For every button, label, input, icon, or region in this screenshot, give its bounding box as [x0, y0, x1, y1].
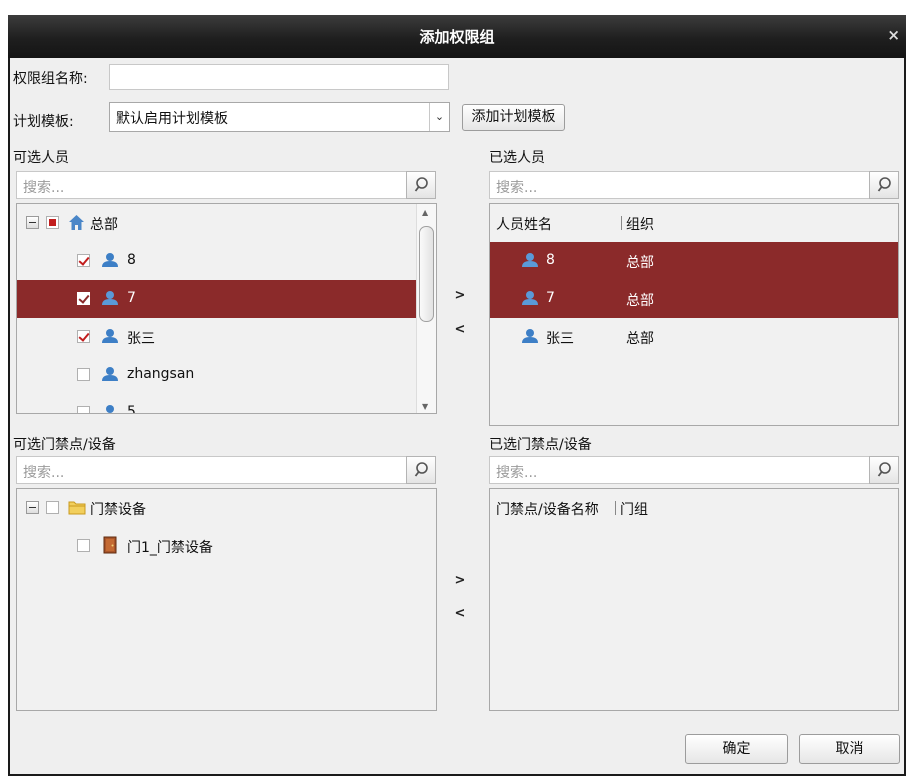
list-header: 人员姓名 组织: [490, 204, 898, 242]
column-header-name: 人员姓名: [496, 217, 552, 233]
selected-doors-title: 已选门禁点/设备: [489, 437, 592, 453]
search-placeholder: 搜索...: [496, 180, 538, 196]
search-placeholder: 搜索...: [496, 465, 538, 481]
column-header-org: 组织: [626, 217, 654, 233]
selected-doors-list: 门禁点/设备名称 门组: [489, 488, 899, 711]
plan-template-label: 计划模板:: [13, 114, 74, 130]
available-doors-tree: 门禁设备 门1_门禁设备: [16, 488, 437, 711]
add-door-button[interactable]: >: [452, 573, 468, 588]
person-name-cell: 7: [546, 290, 555, 306]
list-header: 门禁点/设备名称 门组: [490, 489, 898, 527]
organization-cell: 总部: [626, 293, 654, 309]
tree-node-person[interactable]: 8: [17, 242, 417, 280]
selected-people-title: 已选人员: [489, 150, 545, 166]
tree-checkbox[interactable]: [77, 368, 90, 381]
tree-checkbox[interactable]: [77, 254, 90, 267]
tree-checkbox[interactable]: [46, 501, 59, 514]
table-row[interactable]: 张三 总部: [490, 318, 898, 356]
available-people-title: 可选人员: [13, 150, 69, 166]
scrollbar[interactable]: ▲ ▼: [416, 204, 436, 413]
folder-icon: [68, 501, 86, 515]
add-person-button[interactable]: >: [452, 288, 468, 303]
person-icon: [521, 252, 539, 272]
person-label: 7: [127, 290, 136, 306]
group-name-label: 权限组名称:: [13, 71, 88, 87]
tree-node-person[interactable]: zhangsan: [17, 356, 417, 394]
person-icon: [521, 328, 539, 348]
collapse-icon[interactable]: [26, 501, 39, 514]
tree-node-person[interactable]: 张三: [17, 318, 417, 356]
dialog-title: 添加权限组: [419, 28, 495, 46]
selected-people-list: 人员姓名 组织 8 总部 7 总部 张三 总部: [489, 203, 899, 426]
person-label: 张三: [127, 331, 155, 347]
chevron-down-icon[interactable]: ⌄: [429, 103, 449, 131]
cancel-button[interactable]: 取消: [799, 734, 900, 764]
search-icon: [877, 462, 891, 477]
close-icon[interactable]: ×: [887, 26, 900, 44]
table-row[interactable]: 8 总部: [490, 242, 898, 280]
column-header-door-group: 门组: [620, 502, 648, 518]
person-icon: [521, 290, 539, 310]
search-button[interactable]: [406, 456, 436, 484]
available-people-search[interactable]: 搜索...: [16, 171, 436, 199]
search-icon: [877, 177, 891, 192]
person-icon: [101, 366, 119, 386]
search-icon: [414, 177, 428, 192]
door-icon: [103, 536, 117, 554]
tree-node-label: 门禁设备: [90, 502, 146, 518]
organization-cell: 总部: [626, 331, 654, 347]
person-icon: [101, 404, 119, 413]
tree-node-label: 总部: [90, 217, 118, 233]
column-divider: [615, 501, 616, 515]
add-plan-template-button[interactable]: 添加计划模板: [462, 104, 565, 131]
selected-doors-search[interactable]: 搜索...: [489, 456, 899, 484]
search-button[interactable]: [406, 171, 436, 199]
person-icon: [101, 252, 119, 272]
tree-node-door[interactable]: 门1_门禁设备: [17, 527, 436, 565]
tree-checkbox[interactable]: [77, 330, 90, 343]
person-name-cell: 张三: [546, 331, 574, 347]
home-icon: [69, 215, 84, 230]
plan-template-select[interactable]: 默认启用计划模板 ⌄: [109, 102, 450, 132]
search-button[interactable]: [869, 171, 899, 199]
person-label: zhangsan: [127, 366, 195, 382]
collapse-icon[interactable]: [26, 216, 39, 229]
column-header-door-name: 门禁点/设备名称: [496, 502, 599, 518]
table-row[interactable]: 7 总部: [490, 280, 898, 318]
tree-node-door-devices[interactable]: 门禁设备: [17, 489, 436, 527]
remove-person-button[interactable]: <: [452, 322, 468, 337]
remove-door-button[interactable]: <: [452, 606, 468, 621]
tree-checkbox[interactable]: [77, 292, 90, 305]
search-button[interactable]: [869, 456, 899, 484]
person-name-cell: 8: [546, 252, 555, 268]
search-placeholder: 搜索...: [23, 465, 65, 481]
tree-node-headquarters[interactable]: 总部: [17, 204, 417, 242]
scrollbar-thumb[interactable]: [419, 226, 434, 322]
title-bar: 添加权限组 ×: [8, 15, 906, 58]
organization-cell: 总部: [626, 255, 654, 271]
door-label: 门1_门禁设备: [127, 540, 213, 556]
person-icon: [101, 290, 119, 310]
person-label: 5: [127, 404, 136, 414]
tree-node-person[interactable]: 7: [17, 280, 417, 318]
ok-button[interactable]: 确定: [685, 734, 788, 764]
tree-checkbox[interactable]: [77, 406, 90, 413]
scroll-down-icon[interactable]: ▼: [422, 402, 428, 411]
person-icon: [101, 328, 119, 348]
tree-checkbox[interactable]: [77, 539, 90, 552]
available-doors-title: 可选门禁点/设备: [13, 437, 116, 453]
available-people-tree: 总部 8 7 张三 zhangsan 5 ▲ ▼: [16, 203, 437, 414]
plan-template-value: 默认启用计划模板: [116, 111, 228, 127]
tree-checkbox[interactable]: [46, 216, 59, 229]
scroll-up-icon[interactable]: ▲: [422, 208, 428, 217]
column-divider: [621, 216, 622, 230]
available-doors-search[interactable]: 搜索...: [16, 456, 436, 484]
search-placeholder: 搜索...: [23, 180, 65, 196]
group-name-input[interactable]: [109, 64, 449, 90]
search-icon: [414, 462, 428, 477]
person-label: 8: [127, 252, 136, 268]
tree-node-person[interactable]: 5: [17, 394, 417, 414]
selected-people-search[interactable]: 搜索...: [489, 171, 899, 199]
